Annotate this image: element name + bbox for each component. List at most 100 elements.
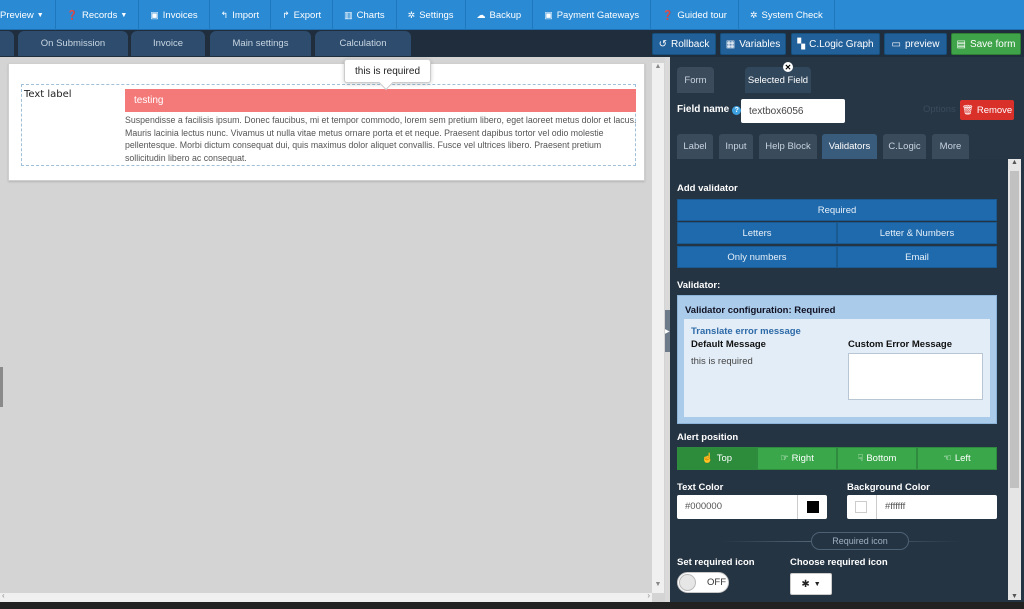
tab-main-settings[interactable]: Main settings <box>210 31 311 56</box>
required-validator-button[interactable]: Required <box>677 199 997 221</box>
alert-top-label: Top <box>716 453 733 464</box>
validator-config-title: Validator configuration: Required <box>685 305 836 316</box>
scroll-down-icon[interactable]: ▼ <box>652 581 664 593</box>
required-icon-toggle[interactable]: OFF <box>677 572 729 593</box>
form-canvas: Text label testing Suspendisse a facilis… <box>0 57 665 602</box>
close-icon[interactable]: ✕ <box>783 62 793 72</box>
remove-label: Remove <box>976 104 1013 116</box>
scroll-left-icon[interactable]: ‹ <box>2 591 5 600</box>
scroll-down-icon[interactable]: ▼ <box>1008 593 1021 600</box>
options-link[interactable]: Options <box>923 104 956 115</box>
panel-scrollbar[interactable]: ▲ ▼ <box>1008 159 1021 600</box>
email-validator-button[interactable]: Email <box>837 246 997 268</box>
left-drag-handle[interactable] <box>0 367 3 407</box>
gear-icon: ✲ <box>749 9 758 20</box>
menu-export[interactable]: ↱ Export <box>271 0 334 30</box>
custom-error-textarea[interactable] <box>848 353 983 400</box>
letters-numbers-validator-button[interactable]: Letter & Numbers <box>837 222 997 244</box>
menu-guided-tour[interactable]: ❓ Guided tour <box>651 0 739 30</box>
tab-invoice[interactable]: Invoice <box>131 31 205 56</box>
text-color-input[interactable]: #000000 <box>677 495 827 519</box>
required-tooltip: this is required <box>344 59 431 91</box>
share-icon: ↱ <box>282 9 290 20</box>
scrollbar-thumb[interactable] <box>1010 171 1019 488</box>
invoices-label: Invoices <box>162 9 198 21</box>
subtab-clogic[interactable]: C.Logic <box>883 134 926 159</box>
clogic-graph-label: C.Logic Graph <box>809 38 874 50</box>
alert-position-label: Alert position <box>677 432 739 443</box>
bg-color-swatch[interactable] <box>847 495 877 519</box>
field-name-input[interactable]: textbox6056 <box>741 99 845 123</box>
desktop-icon: ▭ <box>891 38 901 50</box>
letters-validator-button[interactable]: Letters <box>677 222 837 244</box>
subtab-help-block[interactable]: Help Block <box>759 134 817 159</box>
rollback-button[interactable]: ↺ Rollback <box>652 33 716 55</box>
menu-preview[interactable]: Preview ▼ <box>0 0 56 30</box>
scroll-right-icon[interactable]: › <box>647 591 650 600</box>
subtab-more[interactable]: More <box>932 134 969 159</box>
save-form-label: Save form <box>969 38 1016 50</box>
asterisk-icon: ✱ <box>801 578 810 590</box>
validator-config-box: Validator configuration: Required Transl… <box>677 295 997 424</box>
menu-settings[interactable]: ✲ Settings <box>397 0 466 30</box>
tab-hidden[interactable] <box>0 31 14 56</box>
menu-payment-gateways[interactable]: ▣ Payment Gateways <box>533 0 652 30</box>
required-icon-picker[interactable]: ✱ ▼ <box>790 573 832 595</box>
menu-system-check[interactable]: ✲ System Check <box>739 0 835 30</box>
export-label: Export <box>293 9 322 21</box>
only-numbers-validator-button[interactable]: Only numbers <box>677 246 837 268</box>
tab-selected-field[interactable]: Selected Field <box>745 67 811 93</box>
bg-color-input[interactable]: #ffffff <box>847 495 997 519</box>
validators-panel: Add validator Required Letters Letter & … <box>670 159 1024 602</box>
custom-error-label: Custom Error Message <box>848 339 953 350</box>
alert-right-button[interactable]: ☞ Right <box>757 447 837 470</box>
map-icon: ▚ <box>797 38 806 50</box>
alert-bottom-button[interactable]: ☟ Bottom <box>837 447 917 470</box>
top-menu-bar: Preview ▼ ❓ Records ▼ ▣ Invoices ↰ Import ↱ Ex… <box>0 0 1024 30</box>
menu-charts[interactable]: ▥ Charts <box>333 0 397 30</box>
menu-invoices[interactable]: ▣ Invoices <box>139 0 210 30</box>
gear-icon: ✲ <box>407 9 416 20</box>
scroll-up-icon[interactable]: ▲ <box>652 63 664 75</box>
preview-label: Preview <box>0 9 34 21</box>
tab-form[interactable]: Form <box>677 67 714 93</box>
required-icon-divider-label: Required icon <box>811 532 909 550</box>
variables-button[interactable]: ▦ Variables <box>720 33 786 55</box>
save-form-button[interactable]: ▤ Save form <box>951 33 1021 55</box>
subtab-input[interactable]: Input <box>719 134 753 159</box>
tab-on-submission[interactable]: On Submission <box>18 31 128 56</box>
text-color-swatch[interactable] <box>797 495 827 519</box>
records-label: Records <box>81 9 118 21</box>
settings-label: Settings <box>419 9 454 21</box>
set-required-icon-label: Set required icon <box>677 557 755 568</box>
trash-icon: 🗑 <box>961 104 974 116</box>
remove-button[interactable]: 🗑 Remove <box>960 100 1014 120</box>
menu-backup[interactable]: ☁ Backup <box>466 0 534 30</box>
subtab-validators[interactable]: Validators <box>822 134 877 159</box>
canvas-horizontal-scrollbar[interactable]: ‹ › <box>0 591 652 602</box>
menu-import[interactable]: ↰ Import <box>210 0 272 30</box>
help-block-text: Suspendisse a facilisis ipsum. Donec fau… <box>125 115 637 163</box>
alert-left-button[interactable]: ☜ Left <box>917 447 997 470</box>
caret-down-icon: ▼ <box>813 580 821 588</box>
form-preview-card: Text label testing Suspendisse a facilis… <box>8 59 645 181</box>
properties-panel: Form Selected Field ✕ Field name? textbo… <box>670 57 1024 602</box>
canvas-vertical-scrollbar[interactable]: ▲ ▼ <box>652 63 664 593</box>
question-icon: ❓ <box>662 9 674 20</box>
hand-up-icon: ☝ <box>701 453 714 464</box>
tab-calculation[interactable]: Calculation <box>315 31 411 56</box>
preview-button[interactable]: ▭ preview <box>884 33 947 55</box>
toggle-state: OFF <box>707 577 726 588</box>
help-icon[interactable]: ? <box>732 106 742 115</box>
scroll-up-icon[interactable]: ▲ <box>1008 159 1021 166</box>
menu-records[interactable]: ❓ Records ▼ <box>56 0 140 30</box>
guided-tour-label: Guided tour <box>677 9 727 21</box>
subtab-label[interactable]: Label <box>677 134 713 159</box>
text-field-block[interactable]: Text label testing Suspendisse a facilis… <box>21 84 636 166</box>
translate-error-link[interactable]: Translate error message <box>691 326 801 337</box>
toggle-knob <box>679 574 696 591</box>
chevron-down-icon: ▼ <box>120 11 128 19</box>
text-input-error[interactable]: testing <box>125 89 636 112</box>
alert-top-button[interactable]: ☝ Top <box>677 447 757 470</box>
clogic-graph-button[interactable]: ▚ C.Logic Graph <box>791 33 880 55</box>
